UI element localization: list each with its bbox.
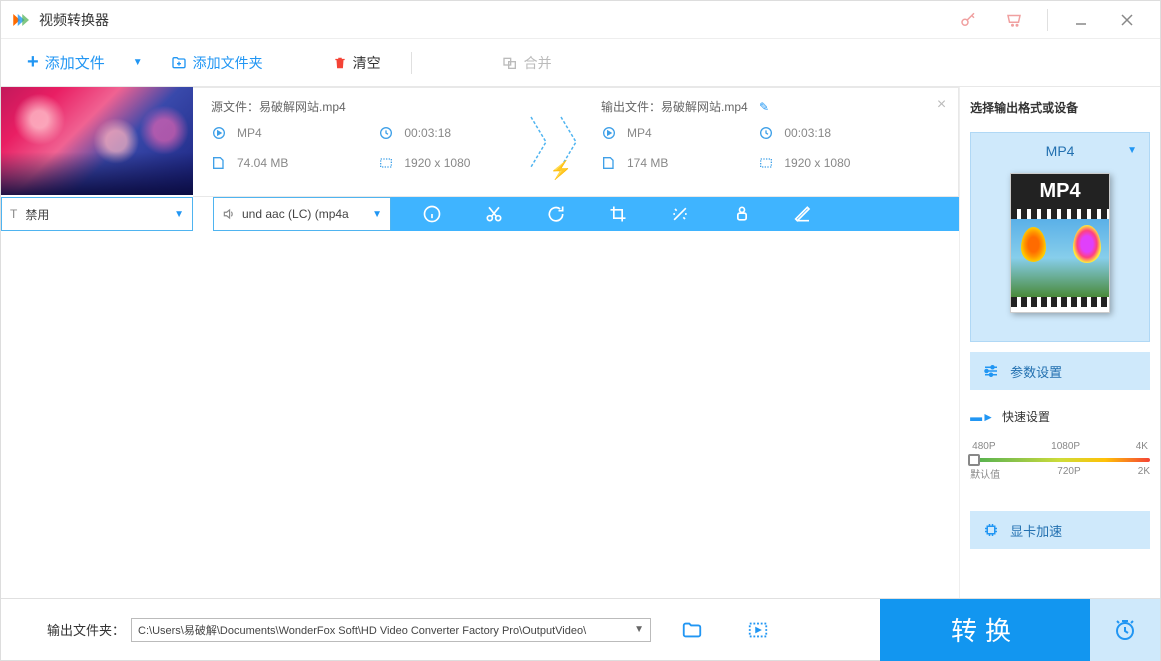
file-icon <box>211 155 227 171</box>
audio-value: und aac (LC) (mp4a <box>242 207 349 221</box>
minimize-button[interactable] <box>1058 1 1104 39</box>
chip-icon <box>982 521 1000 539</box>
divider <box>411 52 412 74</box>
toolbar: + 添加文件 ▼ 添加文件夹 清空 合并 <box>1 39 1160 87</box>
chevron-down-icon: ▼ <box>1127 145 1137 156</box>
resolution-icon <box>758 155 774 171</box>
audio-select[interactable]: und aac (LC) (mp4a ▼ <box>213 197 391 231</box>
key-icon[interactable] <box>945 1 991 39</box>
output-size: 174 MB <box>627 156 668 170</box>
remove-file-button[interactable]: × <box>937 96 946 114</box>
merge-icon <box>502 55 518 71</box>
output-duration: 00:03:18 <box>784 126 831 140</box>
parameter-settings-button[interactable]: 参数设置 <box>970 352 1150 390</box>
chevron-down-icon: ▼ <box>634 624 644 635</box>
plus-icon: + <box>27 51 39 74</box>
add-folder-button[interactable]: 添加文件夹 <box>161 47 273 79</box>
app-title: 视频转换器 <box>39 10 109 30</box>
format-preview-icon: MP4 <box>1010 173 1110 313</box>
convert-button[interactable]: 转换 <box>880 599 1090 661</box>
title-bar: 视频转换器 <box>1 1 1160 39</box>
schedule-button[interactable] <box>1090 599 1160 661</box>
trash-icon <box>333 55 347 71</box>
close-button[interactable] <box>1104 1 1150 39</box>
add-file-label: 添加文件 <box>45 52 105 73</box>
convert-label: 转换 <box>951 611 1019 648</box>
format-icon <box>211 125 227 141</box>
format-name: MP4 <box>981 143 1139 159</box>
gpu-acceleration-button[interactable]: 显卡加速 <box>970 511 1150 549</box>
format-icon <box>601 125 617 141</box>
cart-icon[interactable] <box>991 1 1037 39</box>
app-logo-icon <box>11 11 29 29</box>
source-filename: 易破解网站.mp4 <box>259 100 346 114</box>
slider-label: 2K <box>1138 466 1150 481</box>
resolution-icon <box>378 155 394 171</box>
quick-settings-label: ▬► 快速设置 <box>970 408 1150 425</box>
video-thumbnail[interactable] <box>1 87 193 195</box>
slider-label: 480P <box>972 441 995 452</box>
clear-button[interactable]: 清空 <box>323 47 391 79</box>
output-path-value: C:\Users\易破解\Documents\WonderFox Soft\HD… <box>138 622 586 638</box>
arrow-icon: ▬► <box>970 410 994 424</box>
folder-plus-icon <box>171 55 187 71</box>
output-format-card[interactable]: MP4 ▼ MP4 <box>970 132 1150 342</box>
file-icon <box>601 155 617 171</box>
chevron-down-icon: ▼ <box>372 209 382 220</box>
clock-icon <box>378 125 394 141</box>
add-file-dropdown[interactable]: ▼ <box>125 57 151 68</box>
rotate-button[interactable] <box>545 203 567 225</box>
conversion-arrow: ⚡ <box>521 98 601 186</box>
open-output-button[interactable] <box>747 619 769 641</box>
merge-label: 合并 <box>524 53 552 73</box>
crop-button[interactable] <box>607 203 629 225</box>
clear-label: 清空 <box>353 53 381 73</box>
slider-label: 1080P <box>1051 441 1080 452</box>
source-resolution: 1920 x 1080 <box>404 156 470 170</box>
add-folder-label: 添加文件夹 <box>193 53 263 73</box>
gpu-label: 显卡加速 <box>1010 521 1062 540</box>
file-row: × 源文件：易破解网站.mp4 MP4 74.04 MB 00:03:18 19… <box>1 87 959 197</box>
output-folder-label: 输出文件夹： <box>47 620 125 639</box>
merge-button: 合并 <box>492 47 562 79</box>
output-label: 输出文件： <box>601 100 661 114</box>
params-label: 参数设置 <box>1010 362 1062 381</box>
slider-label: 4K <box>1136 441 1148 452</box>
watermark-button[interactable] <box>731 203 753 225</box>
settings-icon <box>982 362 1000 380</box>
sidebar-title: 选择输出格式或设备 <box>970 99 1150 116</box>
edit-filename-button[interactable]: ✎ <box>759 100 769 114</box>
effects-button[interactable] <box>669 203 691 225</box>
info-button[interactable] <box>421 203 443 225</box>
source-size: 74.04 MB <box>237 156 288 170</box>
slider-label: 720P <box>1057 466 1080 481</box>
bottom-bar: 输出文件夹： C:\Users\易破解\Documents\WonderFox … <box>1 598 1160 660</box>
chevron-down-icon: ▼ <box>174 209 184 220</box>
slider-thumb[interactable] <box>968 454 980 466</box>
output-resolution: 1920 x 1080 <box>784 156 850 170</box>
output-path-input[interactable]: C:\Users\易破解\Documents\WonderFox Soft\HD… <box>131 618 651 642</box>
quality-slider[interactable]: 480P 1080P 4K 默认值 720P 2K <box>970 441 1150 481</box>
subtitle-select[interactable]: T 禁用 ▼ <box>1 197 193 231</box>
slider-label: 默认值 <box>970 466 1000 481</box>
output-filename: 易破解网站.mp4 <box>661 100 748 114</box>
source-info: 源文件：易破解网站.mp4 MP4 74.04 MB 00:03:18 1920… <box>211 98 521 186</box>
add-file-button[interactable]: + 添加文件 <box>17 45 115 80</box>
subtitle-value: 禁用 <box>25 206 49 223</box>
browse-folder-button[interactable] <box>681 619 703 641</box>
output-format: MP4 <box>627 126 652 140</box>
bolt-icon: ⚡ <box>550 160 572 181</box>
divider <box>1047 9 1048 31</box>
edit-toolbar <box>391 197 959 231</box>
text-icon: T <box>10 207 17 221</box>
source-label: 源文件： <box>211 100 259 114</box>
source-format: MP4 <box>237 126 262 140</box>
cut-button[interactable] <box>483 203 505 225</box>
edit-button[interactable] <box>793 203 815 225</box>
source-duration: 00:03:18 <box>404 126 451 140</box>
clock-icon <box>758 125 774 141</box>
sidebar: 选择输出格式或设备 MP4 ▼ MP4 参数设置 ▬► 快速设置 480P 10 <box>960 87 1160 598</box>
speaker-icon <box>222 207 236 221</box>
output-info: 输出文件：易破解网站.mp4 ✎ MP4 174 MB 00:03:18 192… <box>601 98 911 186</box>
